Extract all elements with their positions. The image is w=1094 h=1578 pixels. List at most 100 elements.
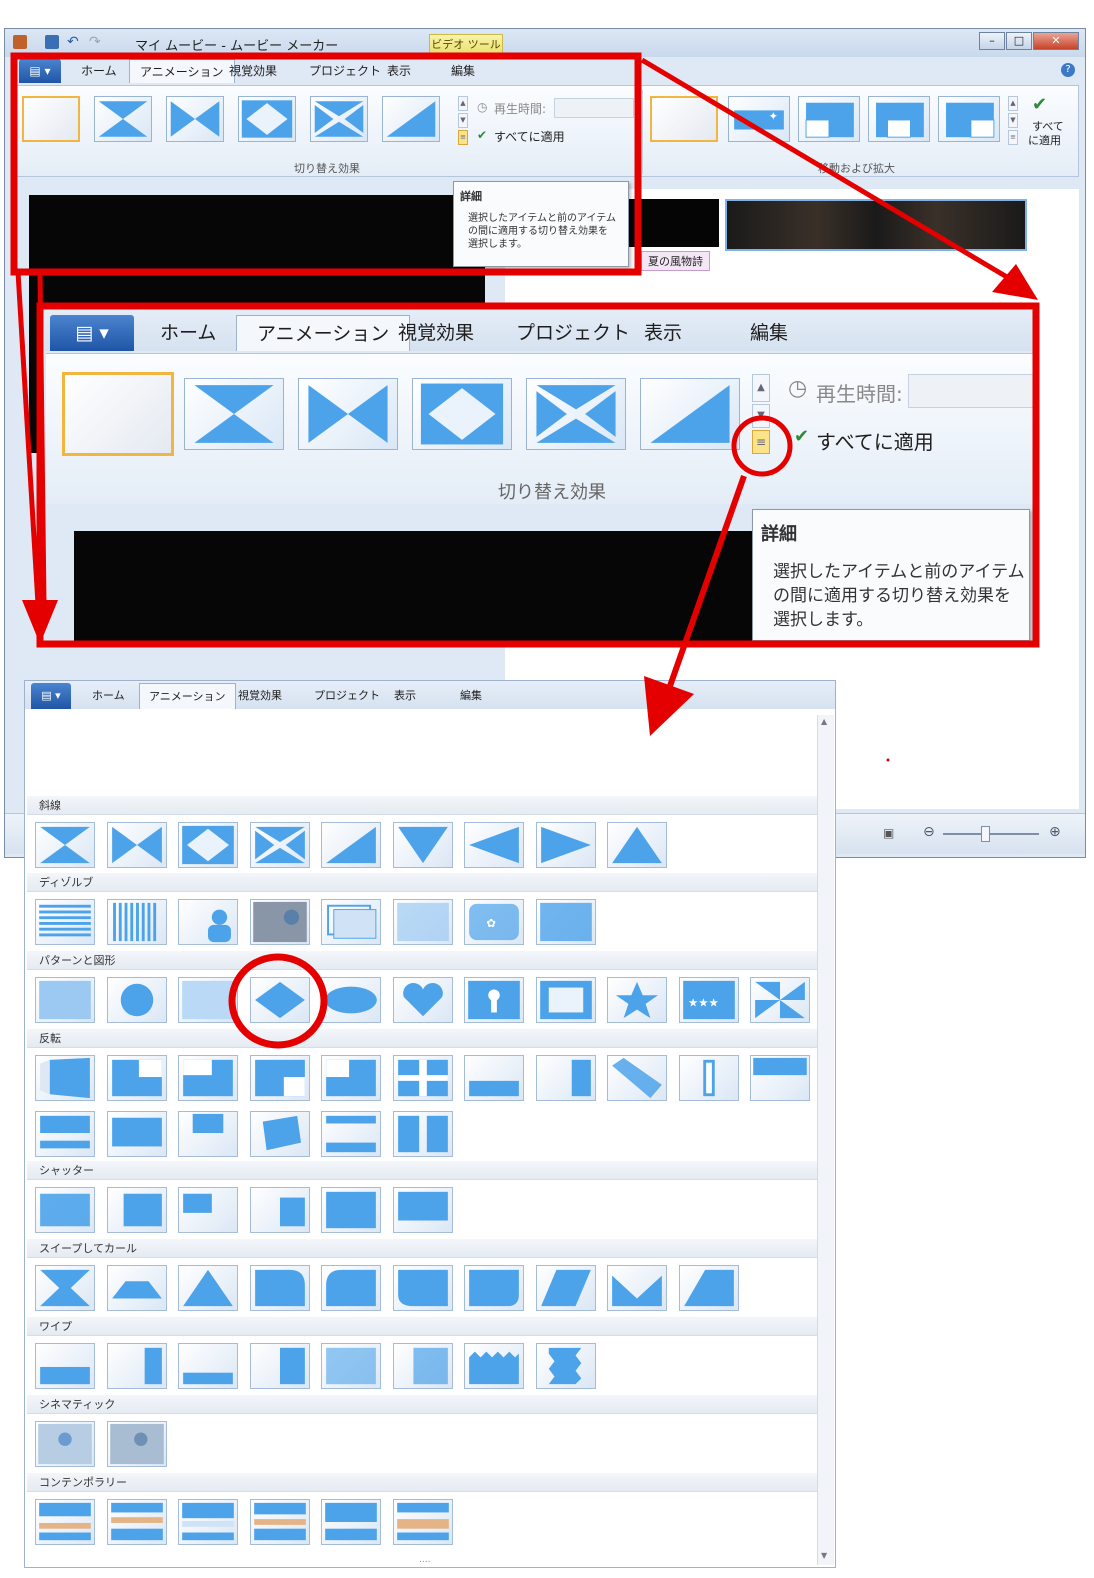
gallery-transition-thumb[interactable] bbox=[249, 822, 310, 868]
gallery-transition-thumb[interactable] bbox=[35, 1343, 95, 1389]
gallery-transition-thumb[interactable] bbox=[106, 1187, 167, 1233]
zoom-transition-bowtie-thumb[interactable] bbox=[298, 378, 398, 450]
panzoom-scroll-up-button[interactable]: ▲ bbox=[1008, 96, 1018, 111]
panzoom-more-button[interactable]: ≡ bbox=[1008, 130, 1018, 145]
undo-icon[interactable]: ↶ bbox=[67, 35, 81, 49]
gallery-transition-thumb[interactable] bbox=[321, 1111, 381, 1157]
gallery-transition-thumb[interactable] bbox=[607, 1055, 667, 1101]
zoom-tab-visual-effects[interactable]: 視覚効果 bbox=[378, 315, 494, 351]
gallery-more-button[interactable]: ≡ bbox=[458, 130, 468, 145]
gallery-transition-thumb[interactable] bbox=[321, 899, 381, 945]
gallery-transition-thumb[interactable] bbox=[178, 1265, 238, 1311]
zoom-transition-none-thumb[interactable] bbox=[62, 372, 174, 456]
panzoom-scroll-down-button[interactable]: ▼ bbox=[1008, 113, 1018, 128]
transition-diagonal-thumb[interactable] bbox=[382, 96, 440, 142]
zoom-gallery-scroll-down-button[interactable]: ▼ bbox=[752, 404, 770, 428]
apply-all-large-label-2[interactable]: に適用 bbox=[1028, 134, 1061, 147]
gallery-transition-thumb[interactable] bbox=[106, 977, 167, 1023]
gallery-transition-thumb[interactable] bbox=[35, 1187, 95, 1233]
gallery-resize-grip[interactable]: .... bbox=[419, 1555, 430, 1565]
zoom-slider-thumb[interactable] bbox=[981, 826, 990, 842]
gallery-transition-thumb[interactable] bbox=[392, 1055, 453, 1101]
gallery-transition-thumb[interactable] bbox=[535, 1343, 596, 1389]
gallery-transition-thumb[interactable] bbox=[464, 1343, 524, 1389]
gallery-transition-thumb[interactable] bbox=[178, 899, 238, 945]
gallery-transition-thumb[interactable] bbox=[106, 1265, 167, 1311]
zoom-gallery-more-button[interactable]: ≡ bbox=[752, 430, 770, 454]
fireworks-clip[interactable] bbox=[725, 199, 1027, 251]
gallery-transition-thumb[interactable] bbox=[249, 1111, 310, 1157]
gallery-transition-thumb[interactable] bbox=[35, 899, 95, 945]
minimize-button[interactable]: – bbox=[979, 32, 1005, 50]
zoom-transition-x-thumb[interactable] bbox=[526, 378, 626, 450]
gallery-transition-thumb[interactable] bbox=[35, 1111, 95, 1157]
zoom-slider-track[interactable] bbox=[943, 833, 1039, 835]
zoom-out-button[interactable]: ⊖ bbox=[923, 824, 935, 840]
zoom-transition-hourglass-thumb[interactable] bbox=[184, 378, 284, 450]
save-icon[interactable] bbox=[45, 35, 59, 49]
transition-hourglass-thumb[interactable] bbox=[94, 96, 152, 142]
maximize-button[interactable]: □ bbox=[1006, 32, 1032, 50]
gallery-transition-thumb[interactable] bbox=[321, 1055, 381, 1101]
panzoom-option-1-thumb[interactable] bbox=[798, 96, 860, 142]
gallery-transition-thumb[interactable] bbox=[607, 822, 667, 868]
transition-diamond-outline-thumb[interactable] bbox=[238, 96, 296, 142]
gallery-transition-thumb[interactable] bbox=[249, 1499, 310, 1545]
gallery-transition-thumb[interactable] bbox=[392, 1265, 453, 1311]
gallery-transition-thumb[interactable] bbox=[106, 1499, 167, 1545]
gallery-transition-thumb[interactable]: ★★★ bbox=[678, 977, 739, 1023]
gallery-transition-thumb[interactable] bbox=[249, 899, 310, 945]
tab-edit[interactable]: 編集 bbox=[441, 59, 485, 83]
gallery-transition-thumb[interactable] bbox=[535, 1265, 596, 1311]
gallery-transition-thumb[interactable] bbox=[106, 1055, 167, 1101]
gallery-transition-thumb[interactable] bbox=[678, 1265, 739, 1311]
gallery-transition-thumb[interactable] bbox=[535, 899, 596, 945]
gallery-transition-thumb[interactable] bbox=[392, 1499, 453, 1545]
tab-home[interactable]: ホーム bbox=[71, 59, 127, 83]
tab-view[interactable]: 表示 bbox=[377, 59, 421, 83]
gallery-transition-thumb[interactable] bbox=[106, 1421, 167, 1467]
zoom-in-button[interactable]: ⊕ bbox=[1049, 824, 1061, 840]
gallery-transition-thumb[interactable] bbox=[750, 1055, 810, 1101]
gallery-transition-thumb[interactable] bbox=[35, 977, 95, 1023]
gallery-transition-thumb[interactable] bbox=[35, 822, 95, 868]
gallery-transition-thumb[interactable] bbox=[321, 1499, 381, 1545]
gallery-transition-thumb[interactable] bbox=[106, 899, 167, 945]
gallery-transition-thumb[interactable] bbox=[464, 822, 524, 868]
gallery-transition-thumb[interactable] bbox=[392, 899, 453, 945]
help-icon[interactable]: ? bbox=[1061, 63, 1075, 77]
apply-all-button[interactable]: すべてに適用 bbox=[494, 128, 565, 145]
close-button[interactable]: ✕ bbox=[1033, 32, 1079, 50]
gallery-scrollbar[interactable]: ▲ ▼ bbox=[817, 715, 834, 1565]
tab-visual-effects[interactable]: 視覚効果 bbox=[219, 59, 287, 83]
panzoom-none-thumb[interactable] bbox=[650, 96, 718, 142]
gallery-transition-thumb[interactable] bbox=[178, 1187, 238, 1233]
transition-none-thumb[interactable] bbox=[22, 96, 80, 142]
zoom-tab-view[interactable]: 表示 bbox=[624, 315, 702, 351]
gallery-transition-thumb[interactable] bbox=[321, 1265, 381, 1311]
gallery-transition-thumb[interactable] bbox=[178, 1499, 238, 1545]
panzoom-option-3-thumb[interactable] bbox=[938, 96, 1000, 142]
gallery-transition-thumb[interactable] bbox=[392, 1187, 453, 1233]
gallery-transition-thumb[interactable] bbox=[178, 1111, 238, 1157]
gallery-scrollbar-down[interactable]: ▼ bbox=[821, 1551, 827, 1560]
zoom-transition-diagonal-thumb[interactable] bbox=[640, 378, 740, 450]
gallery-transition-thumb[interactable] bbox=[392, 1111, 453, 1157]
gallery-transition-thumb[interactable] bbox=[35, 1055, 95, 1101]
app-icon[interactable] bbox=[13, 35, 27, 49]
gallery-transition-thumb[interactable] bbox=[535, 977, 596, 1023]
duration-dropdown[interactable] bbox=[554, 98, 634, 118]
gallery-transition-thumb[interactable] bbox=[35, 1265, 95, 1311]
transition-x-thumb[interactable] bbox=[310, 96, 368, 142]
zoom-duration-dropdown[interactable] bbox=[908, 374, 1034, 408]
gallery-transition-thumb[interactable] bbox=[249, 1265, 310, 1311]
gallery-transition-thumb[interactable] bbox=[750, 977, 810, 1023]
gallery-scroll-up-button[interactable]: ▲ bbox=[458, 96, 468, 111]
gallery-transition-thumb[interactable] bbox=[678, 1055, 739, 1101]
gallery-transition-thumb[interactable] bbox=[464, 1055, 524, 1101]
gallery-transition-thumb[interactable] bbox=[464, 1265, 524, 1311]
redo-icon[interactable]: ↷ bbox=[89, 35, 103, 49]
gallery-transition-thumb[interactable] bbox=[464, 977, 524, 1023]
zoom-file-menu-button[interactable]: ▤ ▾ bbox=[50, 315, 134, 351]
gallery-transition-thumb[interactable]: ✿ bbox=[464, 899, 524, 945]
